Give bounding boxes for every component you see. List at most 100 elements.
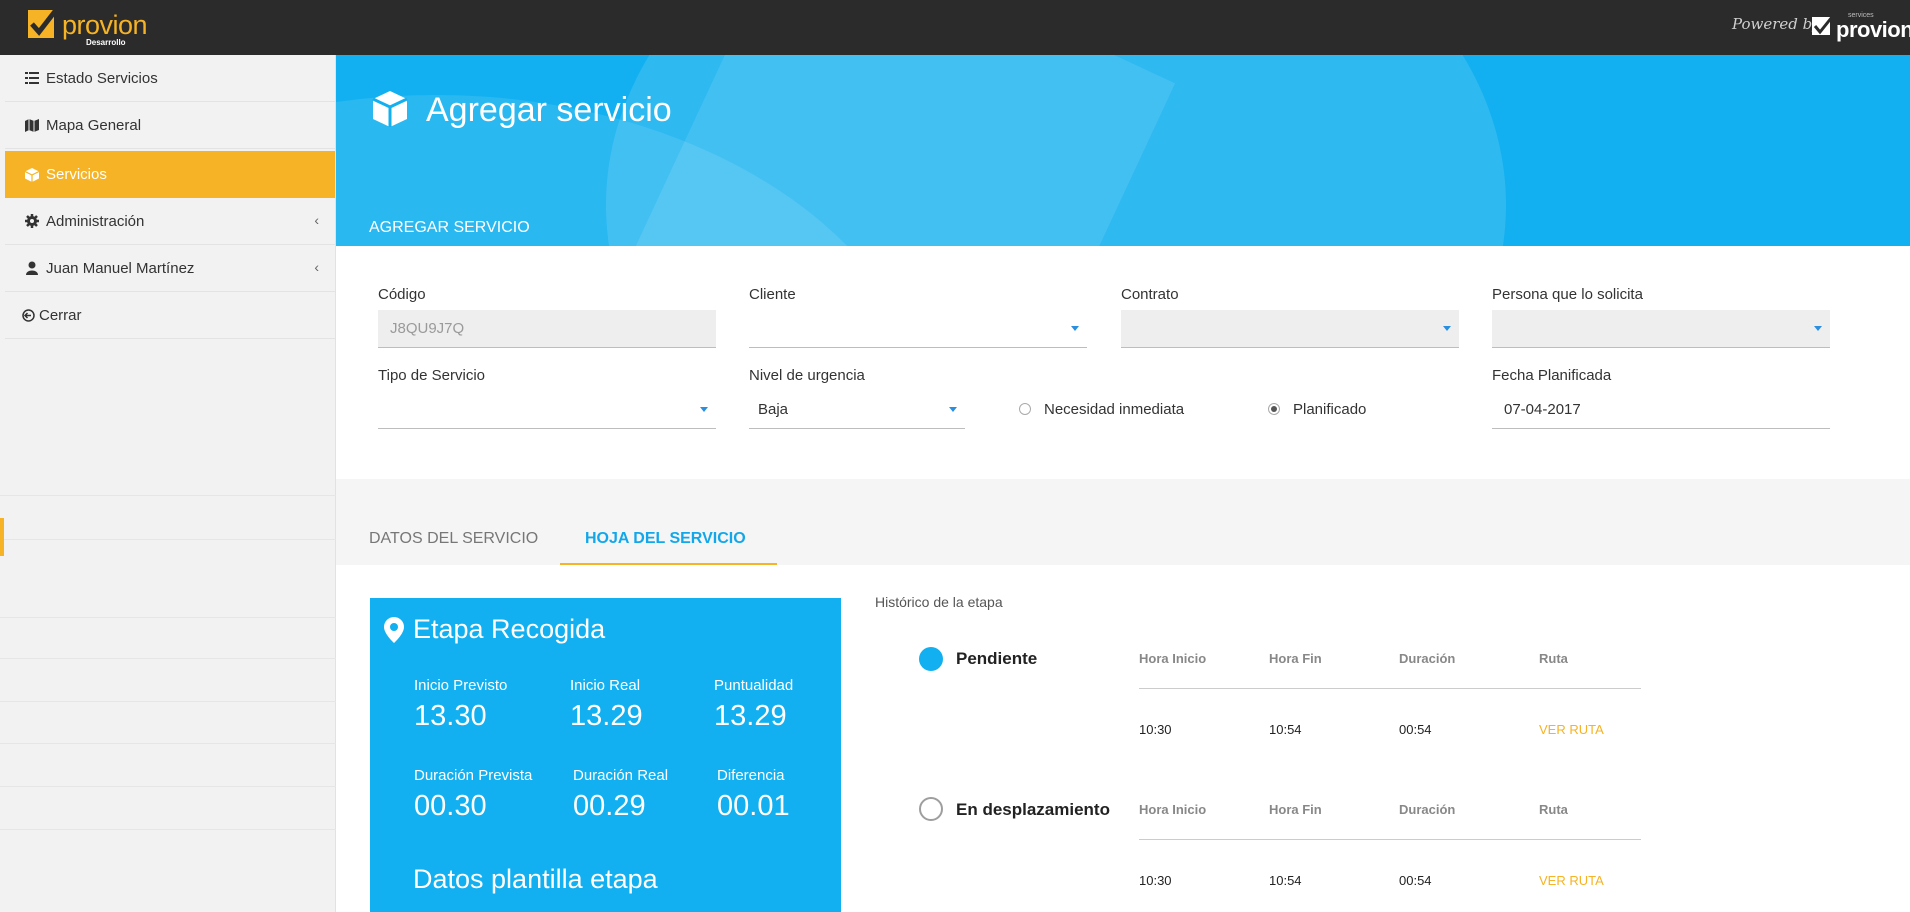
tipo-select[interactable] (378, 391, 716, 429)
contrato-select[interactable] (1121, 310, 1459, 348)
codigo-field[interactable]: J8QU9J7Q (378, 310, 716, 348)
radio-planificado[interactable] (1268, 403, 1280, 415)
stage-title: Etapa Recogida (413, 614, 606, 644)
chevron-left-icon: ‹ (314, 259, 319, 275)
sidebar-item-mapa-general[interactable]: Mapa General (5, 102, 335, 149)
col-duracion: Duración (1399, 651, 1456, 666)
persona-select[interactable] (1492, 310, 1830, 348)
top-bar: provion Desarrollo Powered by services p… (0, 0, 1910, 55)
state-filled-icon (919, 647, 943, 671)
sidebar-item-label: Juan Manuel Martínez (46, 259, 195, 277)
sidebar: Estado Servicios Mapa General Servicios … (0, 55, 336, 912)
ver-ruta-link[interactable]: VER RUTA (1539, 873, 1604, 888)
col-hora-fin: Hora Fin (1269, 802, 1322, 817)
state-name: Pendiente (956, 649, 1038, 668)
sidebar-item-servicios[interactable]: Servicios (5, 151, 335, 198)
fecha-field[interactable]: 07-04-2017 (1492, 391, 1830, 429)
fecha-label: Fecha Planificada (1492, 367, 1612, 384)
urgencia-select[interactable]: Baja (749, 391, 965, 429)
user-icon (24, 261, 40, 275)
logout-icon (22, 308, 35, 322)
list-icon (24, 71, 40, 85)
tab-active-indicator (560, 563, 777, 565)
caret-down-icon (1071, 326, 1079, 331)
tipo-label: Tipo de Servicio (378, 367, 485, 384)
hora-fin-value: 10:54 (1269, 722, 1302, 737)
sidebar-item-label: Servicios (46, 166, 107, 183)
metric-label: Duración Real (573, 767, 669, 784)
metric-label: Inicio Previsto (414, 677, 508, 694)
sidebar-item-user[interactable]: Juan Manuel Martínez ‹ (5, 245, 335, 292)
persona-label: Persona que lo solicita (1492, 286, 1643, 303)
cube-icon (372, 91, 408, 127)
sidebar-item-cerrar[interactable]: Cerrar (5, 292, 335, 339)
metric-value: 13.29 (570, 700, 643, 732)
cliente-label: Cliente (749, 286, 796, 303)
hora-fin-value: 10:54 (1269, 873, 1302, 888)
metric-label: Diferencia (717, 767, 785, 784)
powered-by-text: Powered by (1732, 15, 1821, 33)
sidebar-divider (0, 743, 336, 744)
duracion-value: 00:54 (1399, 722, 1432, 737)
hora-inicio-value: 10:30 (1139, 873, 1172, 888)
fecha-value: 07-04-2017 (1504, 401, 1581, 418)
sidebar-divider (0, 658, 336, 659)
powered-logo-icon (1812, 16, 1834, 35)
page-subtitle: AGREGAR SERVICIO (369, 219, 530, 236)
tab-datos-del-servicio[interactable]: DATOS DEL SERVICIO (369, 530, 538, 548)
urgencia-label: Nivel de urgencia (749, 367, 865, 384)
urgencia-value: Baja (758, 401, 789, 418)
logo-env: Desarrollo (86, 38, 126, 47)
sidebar-divider (0, 539, 336, 540)
caret-down-icon (1443, 326, 1451, 331)
metric-value: 00.30 (414, 790, 487, 822)
duracion-value: 00:54 (1399, 873, 1432, 888)
sidebar-item-label: Mapa General (46, 116, 142, 134)
caret-down-icon (1814, 326, 1822, 331)
stage-card: Etapa Recogida Inicio Previsto 13.30 Ini… (370, 598, 841, 912)
sidebar-divider (0, 829, 336, 830)
sidebar-divider (0, 617, 336, 618)
map-icon (24, 118, 40, 132)
history-title: Histórico de la etapa (875, 594, 1003, 610)
sidebar-divider (0, 786, 336, 787)
metric-value: 00.29 (573, 790, 646, 822)
radio-necesidad-inmediata-label[interactable]: Necesidad inmediata (1044, 401, 1184, 418)
sidebar-item-administracion[interactable]: Administración ‹ (5, 198, 335, 245)
contrato-label: Contrato (1121, 286, 1179, 303)
metric-value: 13.29 (714, 700, 787, 732)
radio-necesidad-inmediata[interactable] (1019, 403, 1031, 415)
tabs-bar: DATOS DEL SERVICIO HOJA DEL SERVICIO (336, 479, 1910, 565)
hora-inicio-value: 10:30 (1139, 722, 1172, 737)
sidebar-item-label: Administración (46, 212, 145, 230)
cliente-select[interactable] (749, 310, 1087, 348)
col-hora-fin: Hora Fin (1269, 651, 1322, 666)
col-hora-inicio: Hora Inicio (1139, 802, 1207, 817)
cube-icon (24, 167, 40, 182)
logo-text: provion (62, 10, 148, 40)
service-form: Código J8QU9J7Q Cliente Contrato Persona… (336, 246, 1910, 479)
tab-hoja-del-servicio[interactable]: HOJA DEL SERVICIO (585, 530, 746, 548)
powered-name: provion (1836, 17, 1910, 42)
radio-planificado-label[interactable]: Planificado (1293, 401, 1366, 418)
col-duracion: Duración (1399, 802, 1456, 817)
metric-value: 13.30 (414, 700, 487, 732)
codigo-value: J8QU9J7Q (390, 320, 465, 337)
metric-label: Inicio Real (570, 677, 641, 694)
history-divider (1139, 688, 1641, 689)
sidebar-item-label: Estado Servicios (46, 69, 158, 87)
state-empty-icon (919, 797, 943, 821)
gear-icon (24, 214, 40, 228)
ver-ruta-link[interactable]: VER RUTA (1539, 722, 1604, 737)
codigo-label: Código (378, 286, 426, 303)
col-ruta: Ruta (1539, 651, 1568, 666)
metric-label: Duración Prevista (414, 767, 533, 784)
chevron-left-icon: ‹ (314, 212, 319, 228)
logo-check-icon (28, 8, 58, 38)
sidebar-item-label: Cerrar (39, 306, 82, 324)
sidebar-active-marker (0, 518, 4, 556)
sidebar-item-estado-servicios[interactable]: Estado Servicios (5, 55, 335, 102)
state-name: En desplazamiento (956, 800, 1110, 819)
header-decoration (606, 55, 1506, 246)
page-title: Agregar servicio (426, 91, 672, 129)
